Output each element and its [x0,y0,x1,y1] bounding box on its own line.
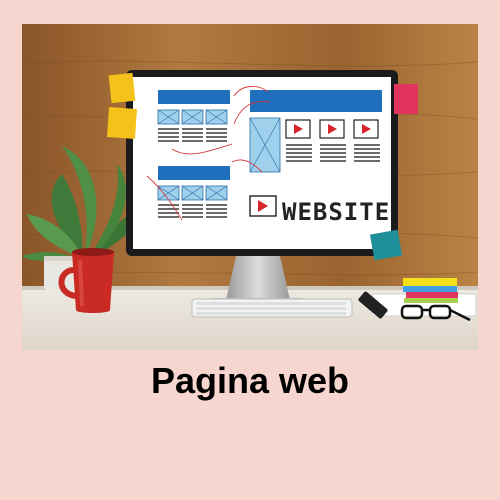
page: WEBSITE Pagina web [0,0,500,500]
caption-title: Pagina web [150,360,350,401]
workspace-photo: WEBSITE [22,24,478,350]
workspace-illustration: WEBSITE [22,24,478,350]
monitor: WEBSITE [126,70,398,256]
keyboard [191,298,353,318]
screen-website-word: WEBSITE [282,198,390,226]
video-play-icons [285,119,379,139]
